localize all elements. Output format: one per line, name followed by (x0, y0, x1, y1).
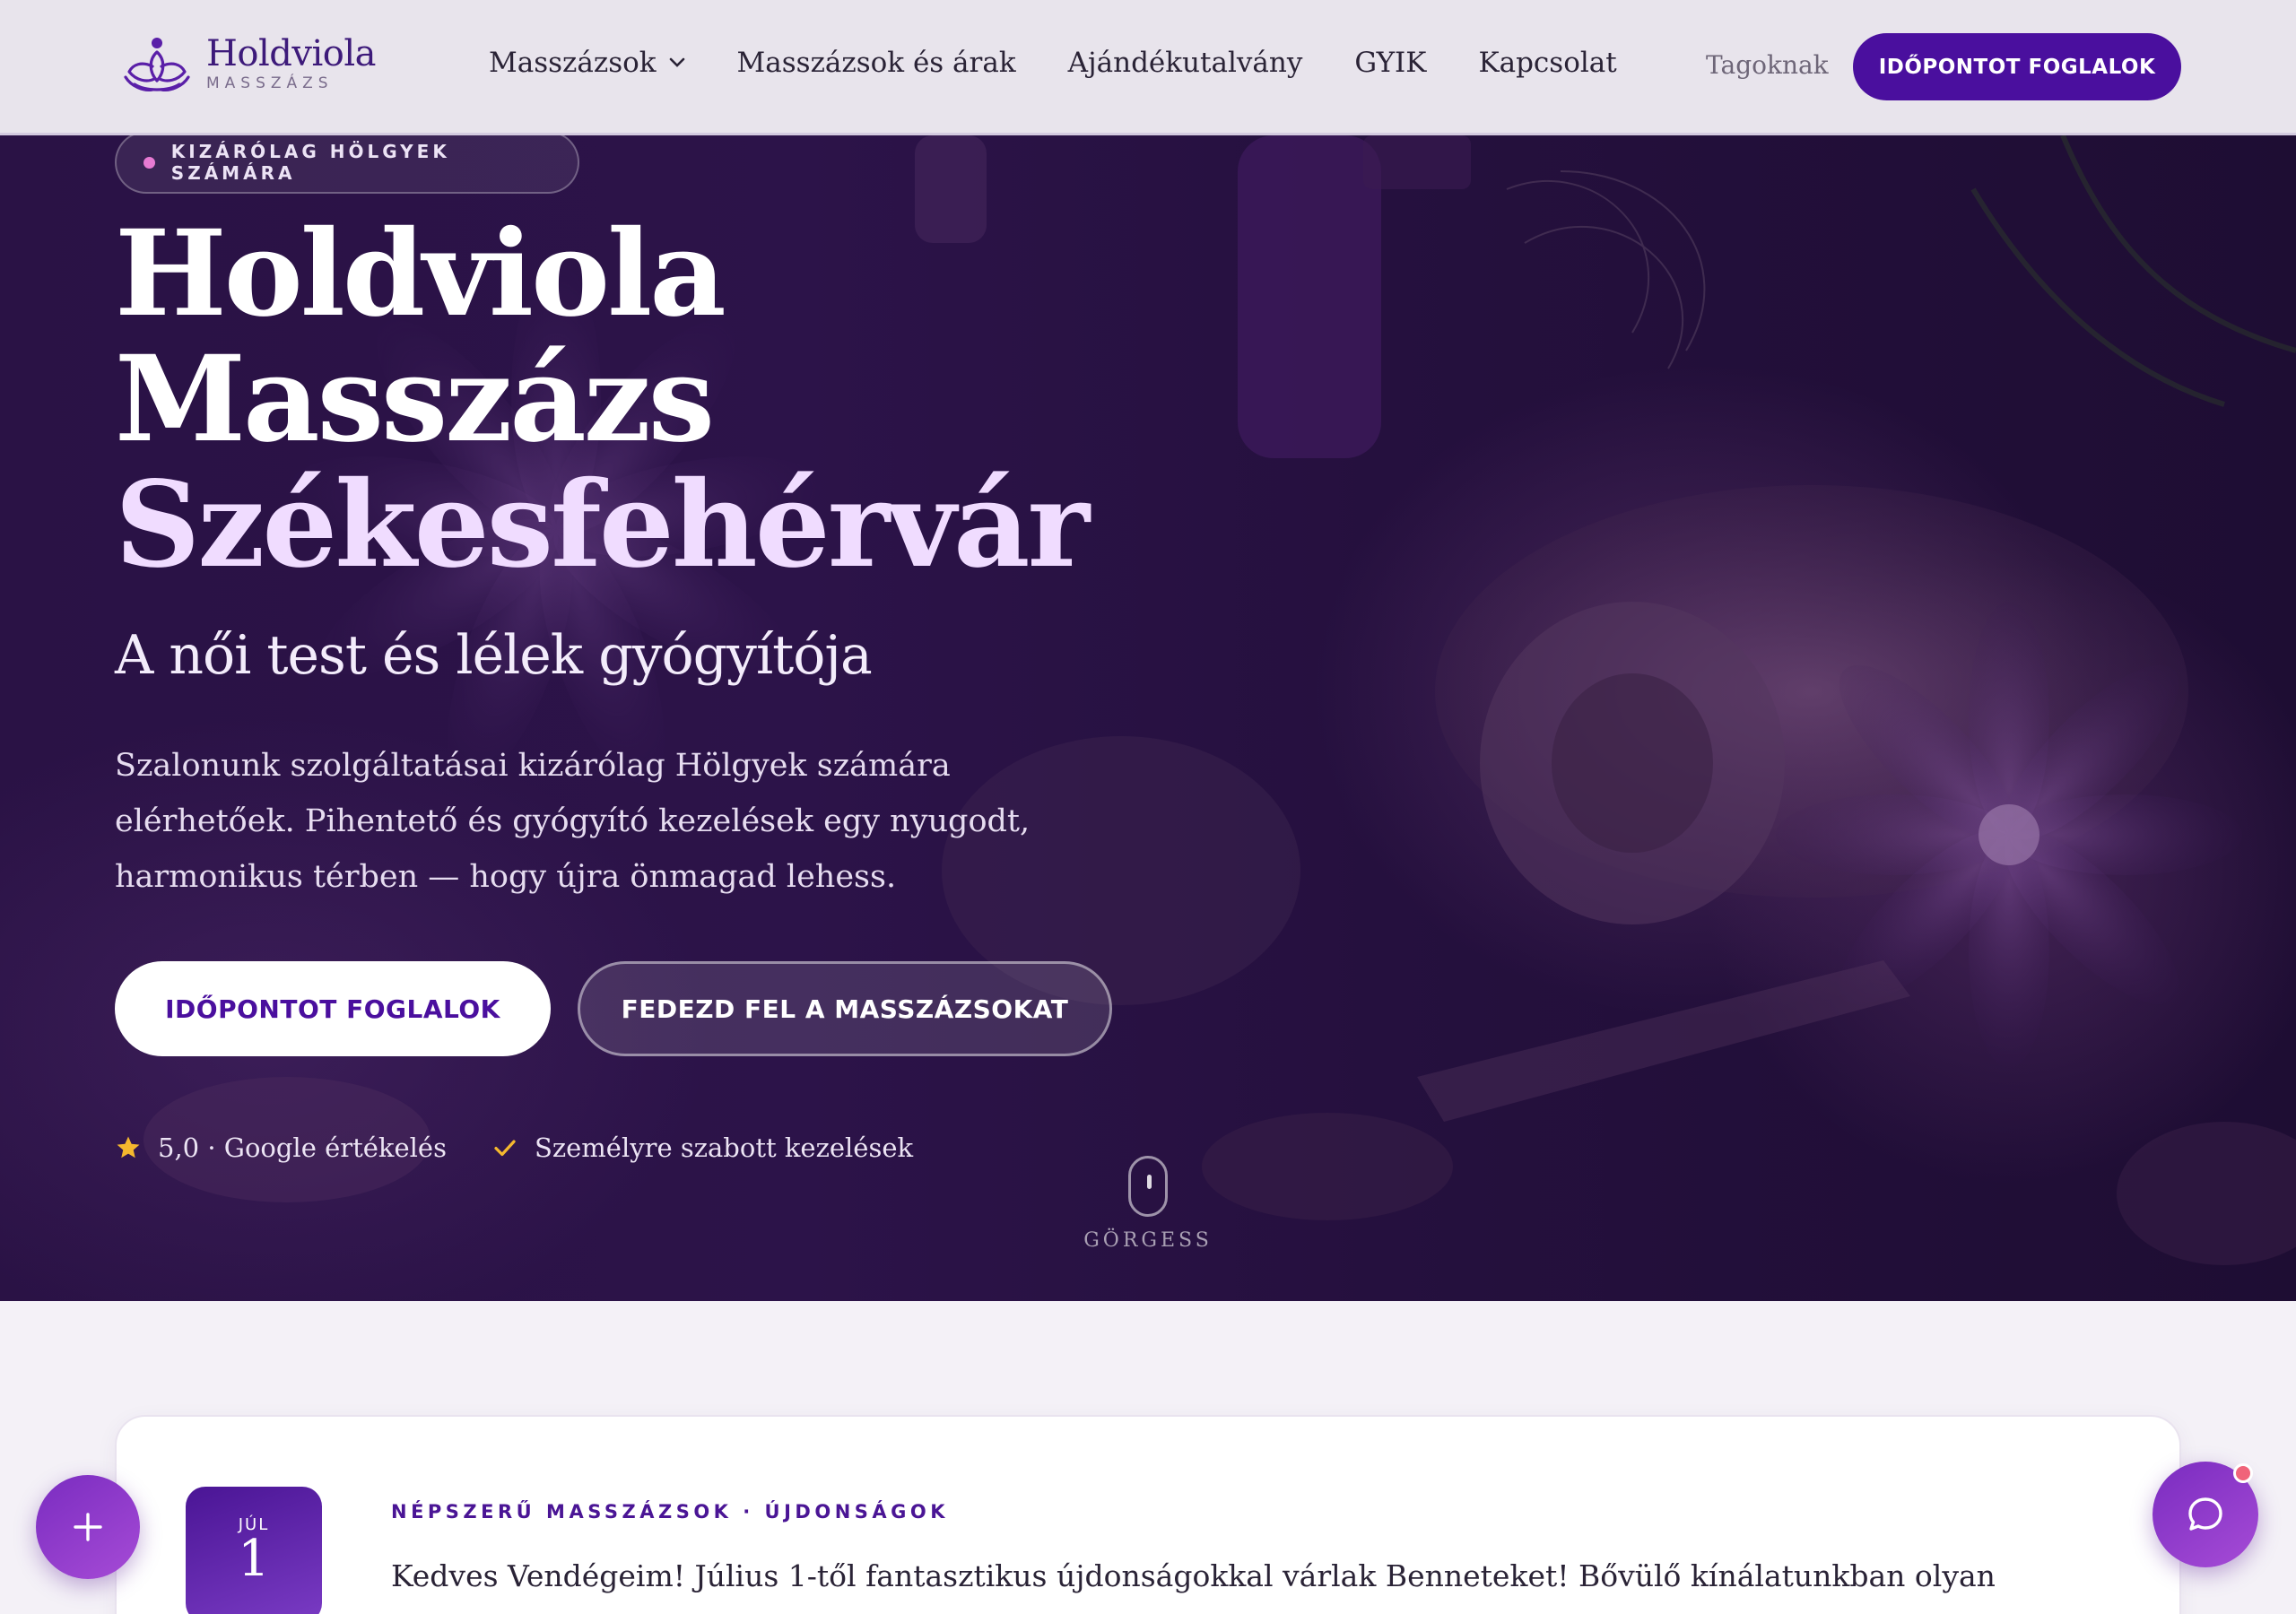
chat-bubble-icon (2188, 1497, 2222, 1531)
personalized-treatments-text: Személyre szabott kezelések (534, 1132, 914, 1163)
hero-title-line3: Székesfehérvár (115, 456, 1090, 594)
personalized-treatments: Személyre szabott kezelések (491, 1132, 913, 1163)
quick-actions-button[interactable] (36, 1475, 140, 1579)
menu-item-label: Masszázsok (489, 47, 657, 79)
ladies-only-badge: KIZÁRÓLAG HÖLGYEK SZÁMÁRA (115, 135, 579, 194)
hero-book-button[interactable]: IDŐPONTOT FOGLALOK (115, 961, 551, 1056)
date-day: 1 (238, 1530, 270, 1588)
menu-item-masszazsok-es-arak[interactable]: Masszázsok és árak (737, 47, 1016, 79)
hero-title-line2: Masszázs (115, 330, 715, 469)
hero-intro-line: elérhetőek. Pihentető és gyógyító kezelé… (115, 803, 1031, 839)
brand-name: Holdviola (206, 33, 376, 74)
menu-item-ajandekutalvany[interactable]: Ajándékutalvány (1068, 47, 1303, 79)
menu-item-gyik[interactable]: GYIK (1354, 47, 1426, 79)
menu-item-masszazsok[interactable]: Masszázsok (489, 47, 685, 79)
menu-item-kapcsolat[interactable]: Kapcsolat (1478, 47, 1616, 79)
menu-item-label: Masszázsok és árak (736, 47, 1016, 79)
brand-logo[interactable]: Holdviola MASSZÁZS (122, 30, 376, 97)
hero-intro-line: harmonikus térben — hogy újra önmagad le… (115, 859, 897, 895)
news-text: Kedves Vendégeim! Július 1-től fantaszti… (391, 1558, 1996, 1593)
google-rating: 5,0 · Google értékelés (115, 1132, 447, 1163)
chevron-down-icon (669, 57, 684, 67)
hero-title: Holdviola Masszázs Székesfehérvár (115, 204, 1090, 594)
explore-massages-button[interactable]: FEDEZD FEL A MASSZÁZSOKAT (578, 961, 1112, 1056)
date-badge: JÚL 1 (186, 1487, 322, 1614)
hero-section: KIZÁRÓLAG HÖLGYEK SZÁMÁRA Holdviola Mass… (0, 135, 2296, 1301)
hero-tagline: A női test és lélek gyógyítója (115, 624, 873, 687)
plus-icon (74, 1513, 102, 1541)
hero-intro: Szalonunk szolgáltatásai kizárólag Hölgy… (115, 738, 1048, 905)
menu-item-label: Ajándékutalvány (1067, 47, 1303, 79)
brand-subtitle: MASSZÁZS (206, 74, 334, 92)
hero-intro-line: Szalonunk szolgáltatásai kizárólag Hölgy… (115, 748, 951, 784)
members-link[interactable]: Tagoknak (1706, 50, 1829, 80)
main-menu: Masszázsok Masszázsok és árak Ajándékuta… (489, 47, 1669, 79)
lotus-yoga-icon (124, 38, 190, 91)
book-appointment-button[interactable]: IDŐPONTOT FOGLALOK (1853, 33, 2181, 100)
scroll-indicator[interactable]: GÖRGESS (1076, 1156, 1220, 1252)
badge-label: KIZÁRÓLAG HÖLGYEK SZÁMÁRA (170, 141, 450, 184)
top-navigation: Holdviola MASSZÁZS Masszázsok Masszázsok… (0, 0, 2296, 135)
menu-item-label: GYIK (1354, 47, 1427, 79)
chat-notification-dot (2233, 1463, 2253, 1483)
trust-indicators: 5,0 · Google értékelés Személyre szabott… (115, 1132, 958, 1163)
badge-dot (144, 156, 155, 169)
menu-item-label: Kapcsolat (1478, 47, 1617, 79)
mouse-scroll-icon (1128, 1156, 1168, 1217)
scroll-label: GÖRGESS (1083, 1229, 1213, 1252)
google-rating-text: 5,0 · Google értékelés (158, 1132, 447, 1163)
check-icon (494, 1140, 516, 1157)
news-category[interactable]: NÉPSZERŰ MASSZÁZSOK · ÚJDONSÁGOK (391, 1501, 949, 1523)
star-icon (117, 1136, 140, 1158)
hero-title-line1: Holdviola (115, 204, 726, 343)
